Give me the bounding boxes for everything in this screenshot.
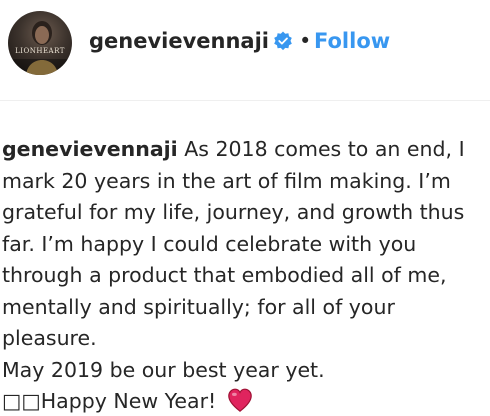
avatar-logo-text: LIONHEART <box>15 47 65 55</box>
caption-username-link[interactable]: genevievennaji <box>2 137 178 161</box>
avatar-image <box>8 21 72 75</box>
caption-body: As 2018 comes to an end, I mark 20 years… <box>2 137 465 350</box>
red-heart-icon <box>227 388 252 412</box>
post-caption: genevievennaji As 2018 comes to an end, … <box>2 134 486 416</box>
post-view: LIONHEART genevievennaji • Follow genevi… <box>0 0 490 416</box>
post-header: LIONHEART genevievennaji • Follow <box>0 0 490 90</box>
follow-button[interactable]: Follow <box>314 27 390 55</box>
caption-paragraph: genevievennaji As 2018 comes to an end, … <box>2 134 486 355</box>
avatar[interactable]: LIONHEART <box>8 11 72 75</box>
caption-line-3-text: Happy New Year! <box>40 389 223 413</box>
verified-badge-icon <box>274 31 292 51</box>
divider <box>0 100 490 101</box>
caption-line-2: May 2019 be our best year yet. <box>2 357 325 382</box>
username-link[interactable]: genevievennaji <box>89 27 269 55</box>
missing-emoji-glyphs: □□ <box>2 389 41 413</box>
caption-line-3: □□Happy New Year! <box>2 386 486 416</box>
separator-dot: • <box>299 29 312 53</box>
